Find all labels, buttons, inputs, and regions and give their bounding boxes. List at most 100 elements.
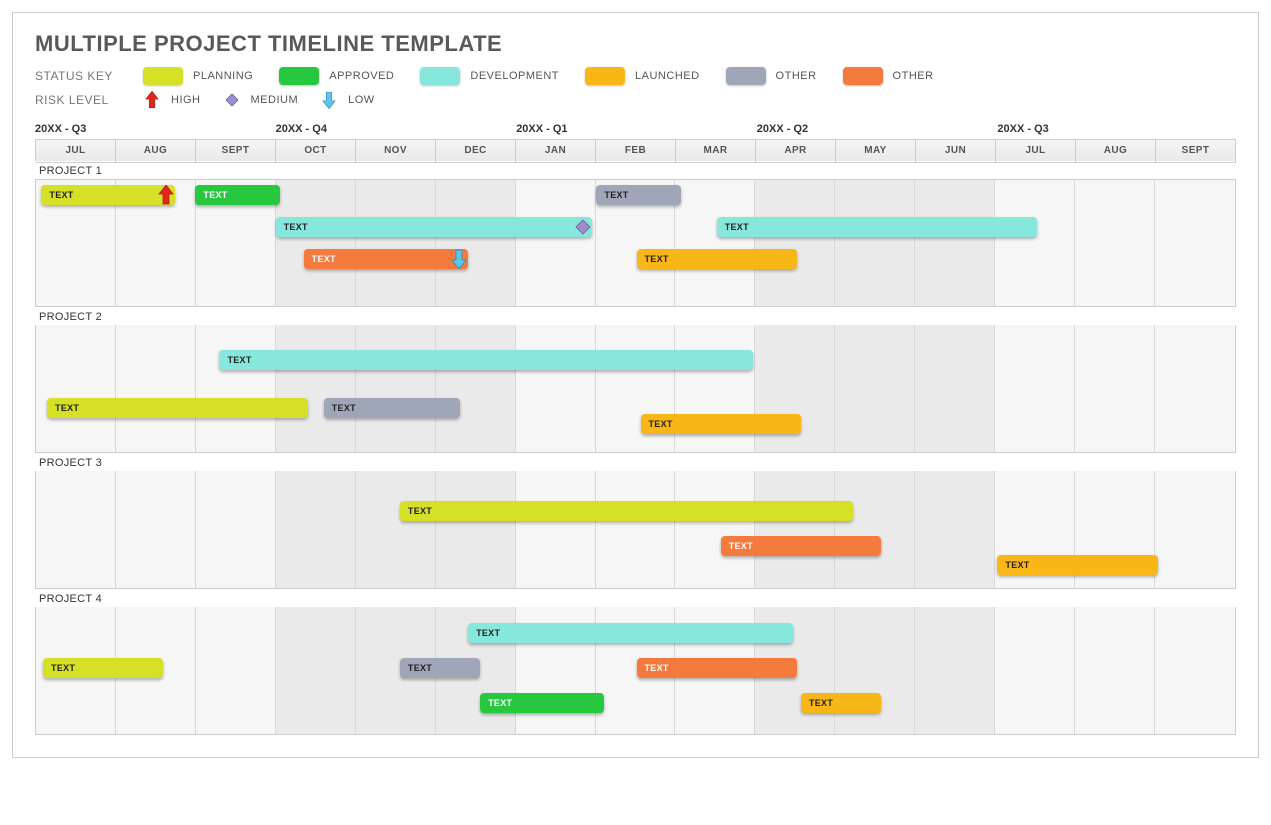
gantt-bar-label: TEXT (284, 222, 308, 232)
gantt-bar-label: TEXT (809, 698, 833, 708)
month-header-cell: AUG (116, 140, 196, 163)
status-label: PLANNING (193, 70, 253, 82)
arrow-up-red-icon (155, 183, 177, 207)
status-label: APPROVED (329, 70, 394, 82)
status-label: OTHER (893, 70, 934, 82)
gantt-bar[interactable]: TEXT (468, 623, 793, 643)
diamond-purple-icon (572, 215, 594, 239)
gantt-bar-label: TEXT (476, 628, 500, 638)
month-header-cell: JAN (516, 140, 596, 163)
gantt-bar-label: TEXT (227, 355, 251, 365)
status-swatch (420, 67, 460, 85)
gantt-bar-label: TEXT (203, 190, 227, 200)
quarter-label: 20XX - Q4 (276, 123, 327, 135)
status-key-label: STATUS KEY (35, 69, 125, 83)
gantt-bar-label: TEXT (55, 403, 79, 413)
status-swatch (585, 67, 625, 85)
gantt-bar[interactable]: TEXT (637, 658, 797, 678)
gantt-bar-label: TEXT (49, 190, 73, 200)
month-header-cell: SEPT (1156, 140, 1236, 163)
gantt-bar-label: TEXT (729, 541, 753, 551)
gantt-bar-label: TEXT (312, 254, 336, 264)
gantt-bar-label: TEXT (332, 403, 356, 413)
quarter-labels-row: 20XX - Q3 20XX - Q4 20XX - Q1 20XX - Q2 20XX… (35, 123, 1236, 139)
month-header-cell: FEB (596, 140, 676, 163)
gantt-bar-label: TEXT (1005, 560, 1029, 570)
risk-label: MEDIUM (251, 94, 299, 106)
project-lane: TEXT TEXT TEXT (35, 471, 1236, 589)
gantt-bar[interactable]: TEXT (721, 536, 881, 556)
arrow-down-blue-icon (320, 91, 338, 109)
month-header-cell: DEC (436, 140, 516, 163)
month-header-cell: AUG (1076, 140, 1156, 163)
gantt-bar-label: TEXT (725, 222, 749, 232)
status-swatch (843, 67, 883, 85)
month-header-cell: MAR (676, 140, 756, 163)
month-header-cell: OCT (276, 140, 356, 163)
status-legend-item: OTHER (843, 67, 934, 85)
risk-level-label: RISK LEVEL (35, 93, 125, 107)
status-swatch (143, 67, 183, 85)
gantt-bar-label: TEXT (488, 698, 512, 708)
status-legend-item: OTHER (726, 67, 817, 85)
status-legend-item: PLANNING (143, 67, 253, 85)
quarter-label: 20XX - Q2 (757, 123, 808, 135)
quarter-label: 20XX - Q3 (997, 123, 1048, 135)
quarter-label: 20XX - Q3 (35, 123, 86, 135)
gantt-bar-label: TEXT (645, 663, 669, 673)
gantt-bar-label: TEXT (645, 254, 669, 264)
gantt-bar[interactable]: TEXT (997, 555, 1157, 575)
project-lane: TEXT TEXT TEXT TEXT (35, 325, 1236, 453)
project-name: PROJECT 3 (39, 457, 1236, 469)
quarter-label: 20XX - Q1 (516, 123, 567, 135)
gantt-bar[interactable]: TEXT (304, 249, 468, 269)
gantt-bar[interactable]: TEXT (641, 414, 801, 434)
arrow-down-blue-icon (448, 247, 470, 271)
month-header-cell: JUN (916, 140, 996, 163)
gantt-bar[interactable]: TEXT (717, 217, 1038, 237)
gantt-bar[interactable]: TEXT (801, 693, 881, 713)
risk-legend-item: MEDIUM (223, 91, 299, 109)
month-header-row: JULAUGSEPTOCTNOVDECJANFEBMARAPRMAYJUNJUL… (35, 139, 1236, 161)
gantt-bar[interactable]: TEXT (276, 217, 593, 237)
timeline: 20XX - Q3 20XX - Q4 20XX - Q1 20XX - Q2 20XX… (35, 123, 1236, 735)
status-legend-item: DEVELOPMENT (420, 67, 559, 85)
risk-label: LOW (348, 94, 375, 106)
arrow-up-red-icon (143, 91, 161, 109)
month-header-cell: MAY (836, 140, 916, 163)
status-legend-item: APPROVED (279, 67, 394, 85)
gantt-bar[interactable]: TEXT (219, 350, 752, 370)
risk-level-row: RISK LEVEL HIGH MEDIUM LOW (35, 91, 1236, 109)
month-header-cell: APR (756, 140, 836, 163)
month-header-cell: NOV (356, 140, 436, 163)
status-swatch (726, 67, 766, 85)
month-header-cell: JUL (996, 140, 1076, 163)
gantt-bar[interactable]: TEXT (400, 658, 480, 678)
status-label: DEVELOPMENT (470, 70, 559, 82)
gantt-bar[interactable]: TEXT (324, 398, 460, 418)
status-key-row: STATUS KEY PLANNING APPROVED DEVELOPMENT… (35, 67, 1236, 85)
month-header-cell: SEPT (196, 140, 276, 163)
project-lane: TEXT TEXT TEXT TEXT TEXT TEXT (35, 607, 1236, 735)
gantt-bar[interactable]: TEXT (43, 658, 163, 678)
status-label: LAUNCHED (635, 70, 700, 82)
month-header-cell: JUL (36, 140, 116, 163)
diamond-purple-icon (223, 91, 241, 109)
gantt-bar[interactable]: TEXT (596, 185, 680, 205)
status-label: OTHER (776, 70, 817, 82)
gantt-bar[interactable]: TEXT (637, 249, 797, 269)
project-name: PROJECT 2 (39, 311, 1236, 323)
gantt-bar-label: TEXT (649, 419, 673, 429)
gantt-bar[interactable]: TEXT (41, 185, 175, 205)
risk-label: HIGH (171, 94, 201, 106)
gantt-bar[interactable]: TEXT (195, 185, 279, 205)
gantt-bar[interactable]: TEXT (47, 398, 308, 418)
gantt-bar[interactable]: TEXT (480, 693, 604, 713)
gantt-bar-label: TEXT (604, 190, 628, 200)
project-name: PROJECT 4 (39, 593, 1236, 605)
timeline-template-frame: MULTIPLE PROJECT TIMELINE TEMPLATE STATU… (12, 12, 1259, 758)
status-swatch (279, 67, 319, 85)
gantt-bar[interactable]: TEXT (400, 501, 853, 521)
gantt-bar-label: TEXT (408, 506, 432, 516)
project-name: PROJECT 1 (39, 165, 1236, 177)
